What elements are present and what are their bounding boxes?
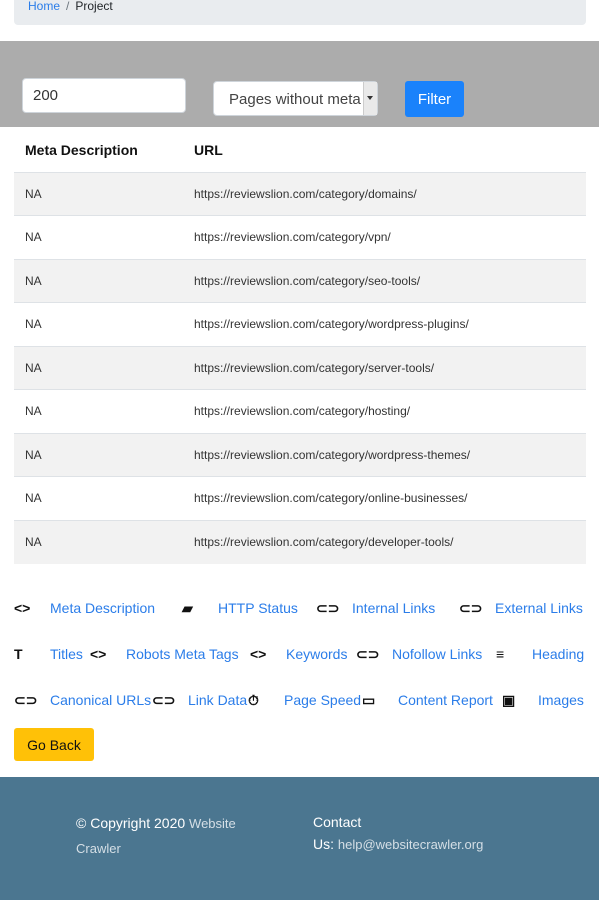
report-link-internal-links[interactable]: ⊂⊃ Internal Links [316,598,435,618]
table-row: NA https://reviewslion.com/category/seo-t… [14,258,586,303]
link-icon: ⊂⊃ [152,691,176,708]
cell-url[interactable]: https://reviewslion.com/category/seo-too… [189,258,586,303]
limit-input[interactable] [22,78,186,113]
page-type-select[interactable]: Pages without meta [213,81,378,116]
table-row: NA https://reviewslion.com/category/domai… [14,171,586,216]
copyright: © Copyright 2020 Website Crawler [76,811,266,861]
breadcrumb-current: Project [75,0,113,13]
report-link-label[interactable]: Images [538,692,584,708]
table-header-row: Meta Description URL [14,128,586,173]
go-back-button[interactable]: Go Back [14,728,94,761]
cell-url[interactable]: https://reviewslion.com/category/hosting… [189,389,586,433]
report-link-heading[interactable]: ≡ Heading [496,644,584,664]
report-link-robots-meta-tags[interactable]: <> Robots Meta Tags [90,644,239,664]
report-link-images[interactable]: ▣ Images [502,690,584,710]
report-links-row: <> Meta Description ▰ HTTP Status ⊂⊃ Internal… [14,586,594,632]
report-link-http-status[interactable]: ▰ HTTP Status [182,598,298,618]
contact-email[interactable]: help@websitecrawler.org [338,837,483,852]
cell-url[interactable]: https://reviewslion.com/category/wordpre… [189,432,586,477]
code-icon: <> [90,646,107,662]
footer: © Copyright 2020 Website Crawler Contact… [0,777,599,900]
filter-button[interactable]: Filter [405,81,464,117]
link-icon: ⊂⊃ [316,599,340,616]
cell-meta-description: NA [14,519,189,564]
report-link-label[interactable]: Page Speed [284,692,361,708]
breadcrumb-separator: / [66,0,70,13]
link-icon: ⊂⊃ [14,691,38,708]
clipboard-icon: ▭ [362,691,376,708]
report-link-keywords[interactable]: <> Keywords [250,644,347,664]
contact-label: Contact [313,814,362,830]
table-row: NA https://reviewslion.com/category/hosti… [14,389,586,433]
report-link-label[interactable]: Nofollow Links [392,646,482,662]
report-link-content-report[interactable]: ▭ Content Report [362,690,493,710]
chart-icon: ▰ [182,599,193,616]
table-body: NA https://reviewslion.com/category/domai… [14,171,586,564]
list-icon: ≡ [496,646,505,662]
image-icon: ▣ [502,691,516,708]
table-row: NA https://reviewslion.com/category/wordp… [14,302,586,346]
contact: Contact Us: help@websitecrawler.org [313,811,533,856]
report-link-label[interactable]: Link Data [188,692,247,708]
report-link-label[interactable]: Internal Links [352,600,435,616]
cell-url[interactable]: https://reviewslion.com/category/vpn/ [189,215,586,259]
table-row: NA https://reviewslion.com/category/wordp… [14,432,586,477]
cell-url[interactable]: https://reviewslion.com/category/online-… [189,476,586,520]
cell-meta-description: NA [14,171,189,216]
cell-meta-description: NA [14,215,189,259]
table-row: NA https://reviewslion.com/category/devel… [14,519,586,564]
contact-us-label: Us: [313,836,334,852]
copyright-text: © Copyright 2020 [76,815,186,831]
report-link-label[interactable]: Meta Description [50,600,155,616]
report-link-label[interactable]: Keywords [286,646,347,662]
report-link-page-speed[interactable]: ⏱ Page Speed [248,690,361,710]
results-table: Meta Description URL NA https://reviewsli… [14,128,586,564]
table-row: NA https://reviewslion.com/category/serve… [14,345,586,390]
table-row: NA https://reviewslion.com/category/onlin… [14,476,586,520]
report-link-label[interactable]: Canonical URLs [50,692,151,708]
report-links: <> Meta Description ▰ HTTP Status ⊂⊃ Internal… [14,586,594,724]
select-arrow-icon[interactable] [363,82,377,115]
report-link-label[interactable]: Robots Meta Tags [126,646,239,662]
link-icon: ⊂⊃ [459,599,483,616]
breadcrumb-bar: Home / Project [14,0,586,25]
cell-meta-description: NA [14,389,189,433]
cell-url[interactable]: https://reviewslion.com/category/develop… [189,519,586,564]
report-link-label[interactable]: Content Report [398,692,493,708]
report-link-label[interactable]: Heading [532,646,584,662]
report-link-label[interactable]: External Links [495,600,583,616]
report-links-row: ⊂⊃ Canonical URLs ⊂⊃ Link Data ⏱ Page Speed ▭ C… [14,678,594,724]
link-icon: ⊂⊃ [356,645,380,662]
cell-url[interactable]: https://reviewslion.com/category/server-… [189,345,586,390]
filter-bar: Pages without meta Filter [0,41,599,127]
breadcrumb: Home / Project [28,0,113,13]
cell-url[interactable]: https://reviewslion.com/category/domains… [189,171,586,216]
report-link-label[interactable]: HTTP Status [218,600,298,616]
cell-meta-description: NA [14,258,189,303]
header-url: URL [189,128,586,173]
cell-meta-description: NA [14,476,189,520]
report-link-link-data[interactable]: ⊂⊃ Link Data [152,690,247,710]
report-link-external-links[interactable]: ⊂⊃ External Links [459,598,583,618]
code-icon: <> [250,646,267,662]
report-link-canonical-urls[interactable]: ⊂⊃ Canonical URLs [14,690,151,710]
cell-url[interactable]: https://reviewslion.com/category/wordpre… [189,302,586,346]
table-row: NA https://reviewslion.com/category/vpn/ [14,215,586,259]
header-meta-description: Meta Description [14,128,189,173]
cell-meta-description: NA [14,302,189,346]
cell-meta-description: NA [14,432,189,477]
page-type-selected: Pages without meta [229,91,361,108]
report-link-label[interactable]: Titles [50,646,83,662]
report-links-row: T Titles <> Robots Meta Tags <> Keywords ⊂⊃ Nof… [14,632,594,678]
report-link-nofollow-links[interactable]: ⊂⊃ Nofollow Links [356,644,482,664]
breadcrumb-home-link[interactable]: Home [28,0,60,13]
report-link-titles[interactable]: T Titles [14,644,83,664]
timer-icon: ⏱ [248,691,259,708]
text-icon: T [14,646,23,662]
report-link-meta-description[interactable]: <> Meta Description [14,598,155,618]
cell-meta-description: NA [14,345,189,390]
code-icon: <> [14,600,31,616]
